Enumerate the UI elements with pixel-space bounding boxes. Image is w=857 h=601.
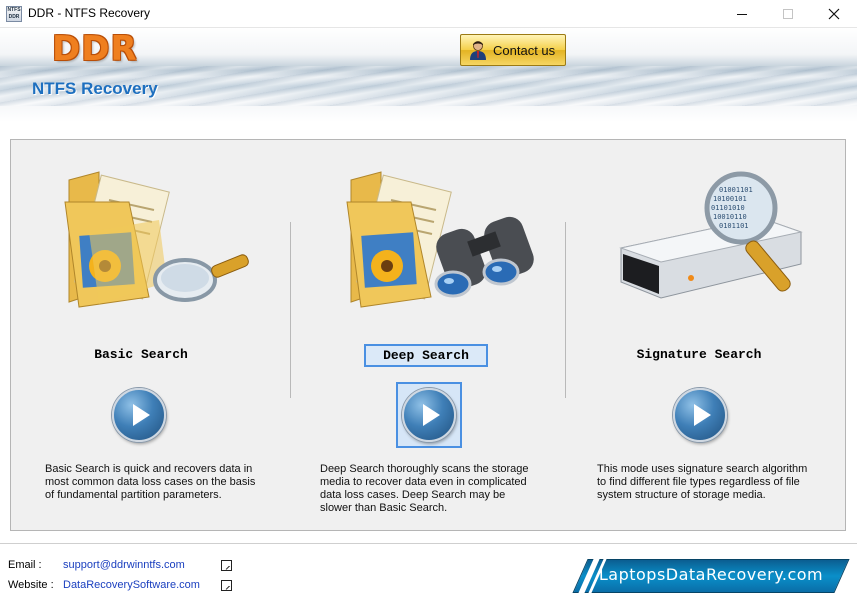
external-link-icon[interactable]: [221, 560, 232, 571]
play-icon: [694, 404, 711, 426]
app-icon: NTFS DDR: [6, 6, 22, 22]
signature-search-play-button[interactable]: [673, 388, 727, 442]
ddr-logo: DDR: [52, 29, 138, 69]
column-divider: [565, 222, 566, 398]
deep-search-play-button[interactable]: [402, 388, 456, 442]
basic-search-play-button[interactable]: [112, 388, 166, 442]
app-icon-text-top: NTFS: [7, 7, 21, 13]
minimize-icon: [737, 13, 747, 15]
brand-text[interactable]: LaptopsDataRecovery.com: [580, 565, 842, 584]
deep-search-label[interactable]: Deep Search: [364, 344, 488, 367]
email-link[interactable]: support@ddrwinntfs.com: [63, 559, 185, 571]
external-link-icon[interactable]: [221, 580, 232, 591]
email-label: Email :: [8, 559, 42, 571]
folder-magnifier-icon: [64, 171, 249, 308]
header-banner: DDR NTFS Recovery Contact us: [0, 28, 857, 122]
drive-magnifier-icon: 010011011010010101101010 100101100101101: [619, 171, 803, 299]
svg-text:0101101: 0101101: [719, 222, 749, 230]
play-icon: [133, 404, 150, 426]
svg-text:01001101: 01001101: [719, 186, 753, 194]
maximize-button[interactable]: [765, 0, 811, 28]
contact-us-button[interactable]: Contact us: [460, 34, 566, 66]
svg-text:01101010: 01101010: [711, 204, 745, 212]
close-button[interactable]: [811, 0, 857, 28]
search-mode-panel: 01001101 10100101 01101010 10010110 0101101…: [10, 139, 846, 531]
maximize-icon: [783, 9, 793, 19]
footer: Email : support@ddrwinntfs.com Website :…: [0, 543, 857, 601]
close-icon: [828, 8, 840, 20]
website-label: Website :: [8, 579, 54, 591]
window-title: DDR - NTFS Recovery: [28, 6, 151, 20]
basic-search-description: Basic Search is quick and recovers data …: [45, 463, 256, 501]
column-divider: [290, 222, 291, 398]
person-icon: [470, 41, 486, 60]
product-subtitle: NTFS Recovery: [32, 79, 158, 98]
app-icon-text-bottom: DDR: [8, 14, 20, 20]
signature-search-label[interactable]: Signature Search: [629, 347, 769, 362]
svg-text:10100101: 10100101: [713, 195, 747, 203]
deep-search-description: Deep Search thoroughly scans the storage…: [320, 463, 529, 514]
signature-search-description: This mode uses signature search algorith…: [597, 463, 808, 501]
play-icon: [423, 404, 440, 426]
folder-binoculars-icon: [346, 171, 534, 308]
contact-us-label: Contact us: [493, 42, 556, 58]
minimize-button[interactable]: [719, 0, 765, 28]
title-bar: NTFS DDR DDR - NTFS Recovery: [0, 0, 857, 28]
svg-text:10010110: 10010110: [713, 213, 747, 221]
website-link[interactable]: DataRecoverySoftware.com: [63, 579, 200, 591]
basic-search-label[interactable]: Basic Search: [91, 347, 191, 362]
